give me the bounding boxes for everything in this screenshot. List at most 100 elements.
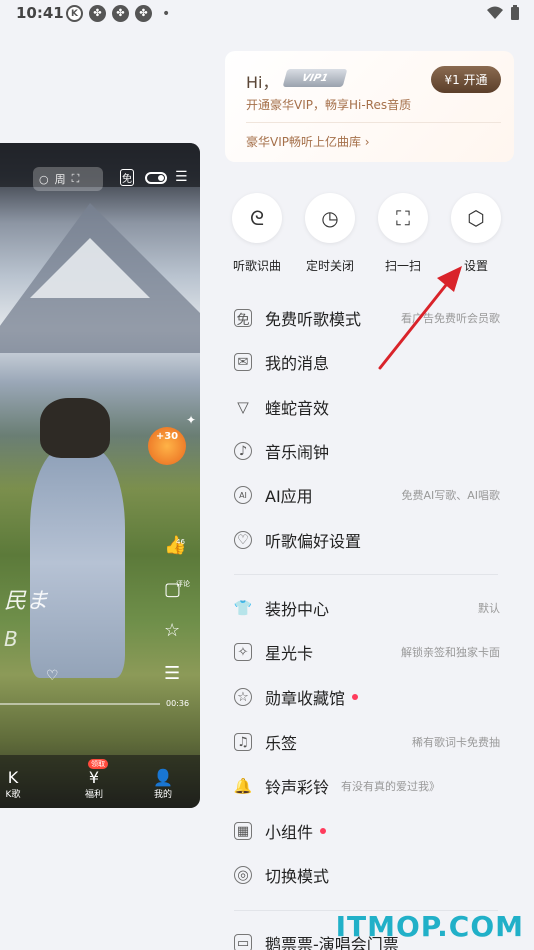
menu-dress-up[interactable]: 👕 装扮中心 默认	[234, 593, 504, 623]
red-dot-badge	[320, 828, 327, 834]
ai-app-icon: AI	[234, 486, 252, 504]
free-listen-icon: 免	[234, 309, 252, 328]
scan-icon: ⛶	[378, 193, 428, 243]
player-search-box[interactable]: ○ 周 ⛶	[33, 167, 103, 191]
quick-label: 听歌识曲	[232, 259, 281, 273]
quick-scan[interactable]: ⛶ 扫一扫	[378, 193, 428, 274]
lyric-line-1: 民ま	[4, 589, 49, 614]
mail-icon: ✉	[234, 353, 252, 371]
status-icons: K ✤ ✤ ✤ •	[66, 5, 170, 22]
heart-icon[interactable]: ♡	[46, 668, 59, 684]
menu-badge-museum[interactable]: ☆ 勋章收藏馆	[234, 682, 504, 712]
quick-label: 设置	[463, 259, 488, 273]
menu-hint: 看广告免费听会员歌	[401, 312, 500, 325]
girl-dress-shape	[30, 448, 125, 678]
nav-label: 福利	[84, 790, 103, 800]
vip-level-logo: VIP1	[282, 69, 348, 87]
status-right	[486, 5, 520, 21]
player-preview[interactable]: ○ 周 ⛶ 免 ☰ ✦ +30 👍 46 ▢ 评论 ☆ ☰ 民ま B ♡ 00:…	[0, 143, 200, 808]
vip-card[interactable]: Hi， VIP1 开通豪华VIP，畅享Hi-Res音质 ¥1 开通 豪华VIP畅…	[225, 51, 514, 162]
nav-label: K歌	[5, 790, 21, 800]
menu-label: 音乐闹钟	[265, 443, 330, 462]
quick-timer-close[interactable]: ◷ 定时关闭	[305, 193, 355, 274]
menu-alarm[interactable]: ♪ 音乐闹钟	[234, 436, 504, 466]
menu-label: 我的消息	[265, 354, 330, 373]
welfare-badge: 领取	[88, 759, 108, 769]
song-recognition-icon: ᘓ	[232, 193, 282, 243]
menu-hint: 免费AI写歌、AI唱歌	[401, 489, 500, 502]
menu-icon[interactable]: ☰	[175, 169, 188, 185]
free-mode-icon[interactable]: 免	[120, 169, 134, 186]
pinwheel-icon: ✤	[89, 5, 106, 22]
wifi-icon	[487, 6, 503, 19]
menu-messages[interactable]: ✉ 我的消息	[234, 347, 504, 377]
menu-switch-mode[interactable]: ◎ 切换模式	[234, 860, 504, 890]
menu-inline-hint: 有没有真的爱过我》	[341, 780, 441, 793]
menu-label: 听歌偏好设置	[265, 532, 362, 551]
red-dot-badge	[352, 694, 359, 700]
menu-hint: 解锁亲签和独家卡面	[401, 646, 500, 659]
pinwheel-icon: ✤	[135, 5, 152, 22]
nav-label: 我的	[153, 790, 172, 800]
menu-label: 切换模式	[265, 867, 330, 886]
status-time: 10:41	[16, 4, 64, 22]
nav-mine[interactable]: 👤 我的	[148, 768, 178, 801]
quick-settings[interactable]: ⬡ 设置	[451, 193, 501, 274]
sparkle-icon: ✦	[186, 413, 197, 427]
menu-label: 铃声彩铃	[265, 778, 330, 797]
menu-widget[interactable]: ▦ 小组件	[234, 816, 504, 846]
menu-free-listen[interactable]: 免 免费听歌模式 看广告免费听会员歌	[234, 303, 504, 333]
menu-label: AI应用	[265, 487, 313, 506]
nav-welfare[interactable]: ¥ 福利	[79, 768, 109, 801]
yuan-coin-icon: ¥	[88, 768, 100, 787]
menu-ringtone[interactable]: 🔔 铃声彩铃 有没有真的爱过我》	[234, 771, 504, 801]
viper-sound-icon: ▽	[237, 398, 249, 416]
user-icon: 👤	[153, 768, 173, 787]
menu-label: 蝰蛇音效	[265, 399, 330, 418]
girl-hair-shape	[40, 398, 110, 458]
quick-song-recognition[interactable]: ᘓ 听歌识曲	[232, 193, 282, 274]
player-search-text: 周	[54, 173, 66, 186]
preference-icon: ♡	[234, 531, 252, 549]
menu-ai-app[interactable]: AI AI应用 免费AI写歌、AI唱歌	[234, 480, 504, 510]
menu-music-sign[interactable]: ♫ 乐签 稀有歌词卡免费抽	[234, 727, 504, 757]
vip-subtitle: 开通豪华VIP，畅享Hi-Res音质	[246, 98, 412, 112]
menu-label: 小组件	[265, 823, 314, 842]
pinwheel-icon: ✤	[112, 5, 129, 22]
music-note-sign-icon: ♫	[234, 733, 252, 751]
menu-label: 免费听歌模式	[265, 310, 362, 329]
nav-k-song[interactable]: K K歌	[0, 768, 28, 801]
vip-library-link[interactable]: 豪华VIP畅听上亿曲库 ›	[246, 133, 370, 150]
bonus-coin[interactable]: +30	[148, 427, 186, 465]
progress-bar[interactable]	[0, 703, 160, 705]
menu-star-card[interactable]: ✧ 星光卡 解锁亲签和独家卡面	[234, 637, 504, 667]
lyric-line-2: B	[4, 627, 18, 651]
status-dot: •	[162, 5, 171, 22]
menu-label: 勋章收藏馆	[265, 689, 346, 708]
star-icon[interactable]: ☆	[164, 620, 180, 641]
k-circle-icon: K	[66, 5, 83, 22]
alarm-icon: ♪	[234, 442, 252, 460]
menu-preference[interactable]: ♡ 听歌偏好设置	[234, 525, 504, 555]
k-song-icon: K	[7, 768, 19, 787]
timer-close-icon: ◷	[305, 193, 355, 243]
quick-label: 扫一扫	[384, 259, 421, 273]
open-vip-button[interactable]: ¥1 开通	[431, 66, 501, 93]
dress-up-icon: 👕	[233, 599, 253, 617]
like-count: 46	[176, 538, 185, 546]
menu-hint: 稀有歌词卡免费抽	[412, 736, 500, 749]
menu-viper-sound[interactable]: ▽ 蝰蛇音效	[234, 392, 504, 422]
menu-label: 星光卡	[265, 644, 314, 663]
status-bar: 10:41 K ✤ ✤ ✤ •	[0, 0, 534, 28]
playlist-icon[interactable]: ☰	[164, 663, 180, 684]
mountain-snow-shape	[30, 238, 150, 298]
switch-mode-icon: ◎	[234, 866, 252, 884]
ticket-icon: ▭	[234, 934, 252, 950]
menu-divider	[234, 574, 498, 575]
comment-label: 评论	[176, 580, 190, 588]
vip-divider	[246, 122, 501, 123]
scan-icon[interactable]: ⛶	[72, 172, 80, 186]
battery-icon	[511, 5, 519, 20]
player-toggle[interactable]	[145, 172, 167, 184]
star-card-icon: ✧	[234, 643, 252, 661]
